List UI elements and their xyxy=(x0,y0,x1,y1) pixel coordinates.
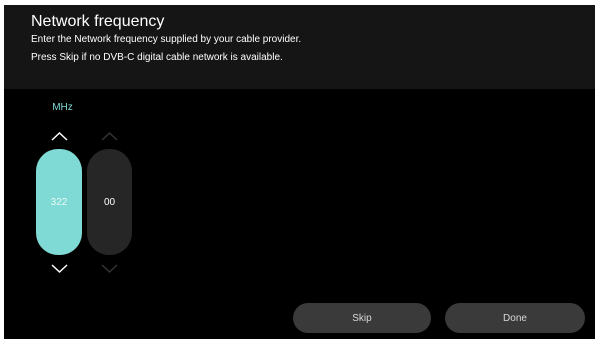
description-line-1: Enter the Network frequency supplied by … xyxy=(31,34,302,45)
page-title: Network frequency xyxy=(31,13,165,30)
chevron-up-icon[interactable] xyxy=(87,129,132,143)
description-line-2: Press Skip if no DVB-C digital cable net… xyxy=(31,52,283,63)
skip-button[interactable]: Skip xyxy=(293,303,431,333)
chevron-down-icon[interactable] xyxy=(37,262,82,276)
chevron-up-icon[interactable] xyxy=(37,129,82,143)
dialog-screen: Network frequency Enter the Network freq… xyxy=(4,5,595,339)
frequency-field-mhz[interactable]: 322 xyxy=(36,149,82,255)
unit-label: MHz xyxy=(52,102,73,113)
dialog-header: Network frequency Enter the Network freq… xyxy=(4,5,595,89)
chevron-down-icon[interactable] xyxy=(87,262,132,276)
done-button[interactable]: Done xyxy=(445,303,585,333)
frequency-field-decimal[interactable]: 00 xyxy=(87,149,132,255)
